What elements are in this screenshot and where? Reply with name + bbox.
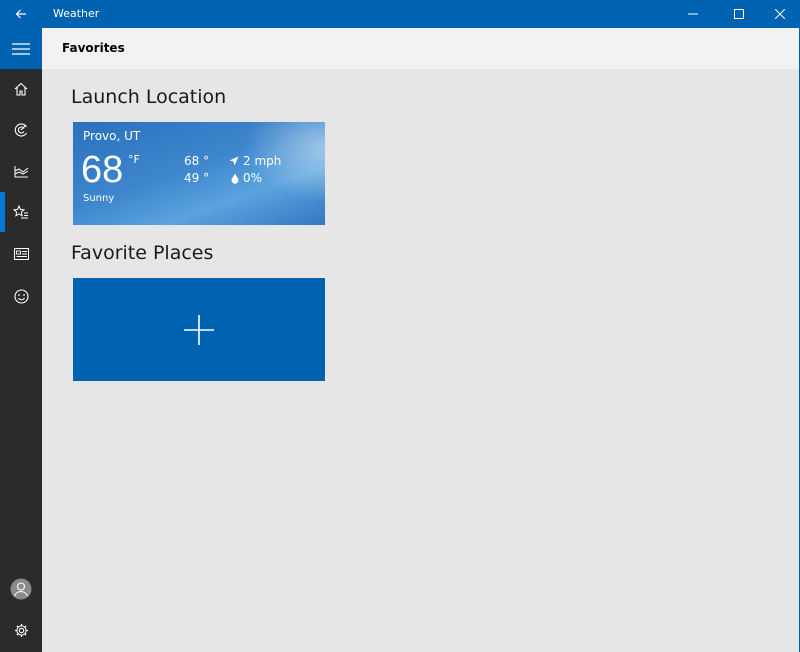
tile-precipitation-value: 0%	[243, 171, 263, 185]
window-title: Weather	[53, 7, 100, 20]
raindrop-icon	[231, 173, 239, 184]
nav-item-feedback[interactable]	[0, 276, 42, 316]
maximize-button[interactable]	[716, 0, 762, 28]
minimize-icon	[688, 13, 698, 15]
nav-item-news[interactable]	[0, 234, 42, 274]
title-bar: Weather	[0, 0, 800, 28]
nav-item-favorites[interactable]	[0, 192, 42, 232]
nav-item-forecast[interactable]	[0, 69, 42, 109]
tile-temperature: 68	[81, 149, 124, 191]
page-header: Favorites	[42, 28, 799, 69]
page-title: Favorites	[62, 41, 125, 55]
back-button[interactable]	[0, 0, 42, 28]
launch-location-tile[interactable]: Provo, UT 68 °F 68 ° 49 ° 2 mph 0% Sunny	[73, 122, 325, 225]
tile-wind: 2 mph	[229, 154, 281, 168]
tile-precipitation: 0%	[231, 171, 262, 185]
back-arrow-icon	[15, 9, 26, 19]
account-avatar-icon	[10, 578, 32, 600]
settings-button[interactable]	[0, 610, 42, 650]
account-button[interactable]	[0, 569, 42, 609]
sidebar	[0, 69, 42, 652]
home-icon	[14, 82, 28, 96]
favorite-places-heading: Favorite Places	[71, 242, 214, 264]
wind-direction-icon	[229, 156, 239, 166]
tile-temperature-unit: °F	[128, 153, 140, 166]
nav-item-maps[interactable]	[0, 110, 42, 150]
maximize-icon	[734, 9, 744, 19]
maps-icon	[14, 123, 27, 137]
minimize-button[interactable]	[670, 0, 716, 28]
gear-icon	[14, 623, 28, 637]
tile-location: Provo, UT	[83, 129, 141, 143]
tile-condition: Sunny	[83, 193, 115, 204]
hamburger-icon	[12, 42, 30, 55]
close-button[interactable]	[757, 0, 800, 28]
add-favorite-tile[interactable]	[73, 278, 325, 381]
hamburger-menu-button[interactable]	[0, 28, 42, 69]
tile-high-temp: 68 °	[184, 154, 210, 168]
smiley-feedback-icon	[13, 288, 29, 304]
tile-low-temp: 49 °	[184, 171, 210, 185]
close-icon	[775, 9, 785, 19]
nav-item-historical[interactable]	[0, 151, 42, 191]
news-icon	[13, 248, 29, 260]
tile-wind-speed: 2 mph	[243, 154, 282, 168]
favorites-star-icon	[13, 205, 28, 219]
plus-icon	[184, 314, 214, 345]
launch-location-heading: Launch Location	[71, 86, 227, 108]
historical-chart-icon	[14, 165, 28, 177]
